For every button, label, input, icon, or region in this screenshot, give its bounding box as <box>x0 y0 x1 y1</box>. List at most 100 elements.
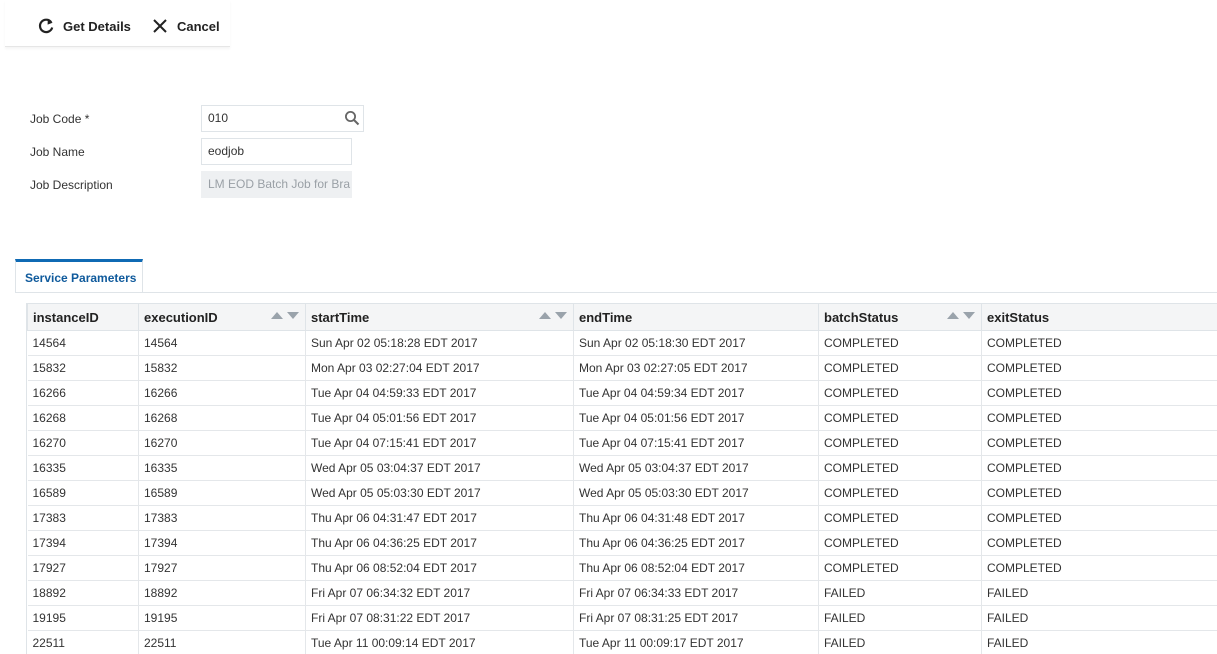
table-cell: Tue Apr 04 04:59:33 EDT 2017 <box>305 380 574 406</box>
job-code-field[interactable]: 010 <box>201 105 364 132</box>
table-cell: 16335 <box>138 455 306 481</box>
table-cell: 15832 <box>138 355 306 381</box>
table-cell: Fri Apr 07 06:34:32 EDT 2017 <box>305 580 574 606</box>
table-cell: Tue Apr 04 04:59:34 EDT 2017 <box>573 380 819 406</box>
table-cell: COMPLETED <box>818 430 982 456</box>
table-cell: FAILED <box>818 630 982 654</box>
column-header-label: executionID <box>144 309 218 325</box>
table-cell: 18892 <box>138 580 306 606</box>
column-header-label: startTime <box>311 309 370 325</box>
table-cell: COMPLETED <box>818 405 982 431</box>
table-row[interactable]: 17927 17927 Thu Apr 06 08:52:04 EDT 2017 Th… <box>27 555 1217 581</box>
table-cell: COMPLETED <box>981 430 1217 456</box>
table-cell: Thu Apr 06 04:36:25 EDT 2017 <box>573 530 819 556</box>
table-cell: COMPLETED <box>981 405 1217 431</box>
column-header-executionid[interactable]: executionID <box>138 303 306 331</box>
table-cell: Sun Apr 02 05:18:30 EDT 2017 <box>573 330 819 356</box>
job-name-value: eodjob <box>208 144 245 158</box>
column-header-exitstatus[interactable]: exitStatus <box>981 303 1217 331</box>
column-header-endtime[interactable]: endTime <box>573 303 819 331</box>
table-row[interactable]: 16270 16270 Tue Apr 04 07:15:41 EDT 2017 Tu… <box>27 430 1217 456</box>
table-cell: Wed Apr 05 05:03:30 EDT 2017 <box>305 480 574 506</box>
job-name-field[interactable]: eodjob <box>201 138 352 165</box>
table-cell: Wed Apr 05 03:04:37 EDT 2017 <box>573 455 819 481</box>
job-code-value: 010 <box>208 111 229 125</box>
sort-arrows-icon[interactable] <box>539 312 567 319</box>
column-header-label: endTime <box>579 309 633 325</box>
sort-descending-icon[interactable] <box>287 312 299 319</box>
table-cell: Fri Apr 07 08:31:22 EDT 2017 <box>305 605 574 631</box>
toolbar: Get Details Cancel <box>5 0 230 47</box>
table-cell: 17927 <box>138 555 306 581</box>
table-cell: 17394 <box>138 530 306 556</box>
table-cell: 19195 <box>138 605 306 631</box>
table-row[interactable]: 22511 22511 Tue Apr 11 00:09:14 EDT 2017 Tu… <box>27 630 1217 654</box>
table-cell: COMPLETED <box>981 380 1217 406</box>
table-row[interactable]: 16335 16335 Wed Apr 05 03:04:37 EDT 2017 We… <box>27 455 1217 481</box>
table-cell: 16270 <box>27 430 139 456</box>
table-cell: Mon Apr 03 02:27:05 EDT 2017 <box>573 355 819 381</box>
column-header-batchstatus[interactable]: batchStatus <box>818 303 982 331</box>
table-cell: COMPLETED <box>818 505 982 531</box>
column-header-starttime[interactable]: startTime <box>305 303 574 331</box>
table-cell: COMPLETED <box>981 480 1217 506</box>
column-header-label: batchStatus <box>824 309 899 325</box>
table-row[interactable]: 16268 16268 Tue Apr 04 05:01:56 EDT 2017 Tu… <box>27 405 1217 431</box>
sort-ascending-icon[interactable] <box>539 312 551 319</box>
table-row[interactable]: 17394 17394 Thu Apr 06 04:36:25 EDT 2017 Th… <box>27 530 1217 556</box>
job-description-field: LM EOD Batch Job for Bra <box>201 171 352 198</box>
table-cell: COMPLETED <box>818 355 982 381</box>
table-cell: 17383 <box>138 505 306 531</box>
job-code-label: Job Code * <box>30 112 90 126</box>
refresh-icon <box>38 18 54 34</box>
table-cell: COMPLETED <box>818 480 982 506</box>
sort-descending-icon[interactable] <box>963 312 975 319</box>
table-cell: 17383 <box>27 505 139 531</box>
sort-ascending-icon[interactable] <box>947 312 959 319</box>
table-cell: 16266 <box>27 380 139 406</box>
table-cell: 16268 <box>138 405 306 431</box>
table-cell: 18892 <box>27 580 139 606</box>
sort-descending-icon[interactable] <box>555 312 567 319</box>
table-cell: 14564 <box>138 330 306 356</box>
table-row[interactable]: 14564 14564 Sun Apr 02 05:18:28 EDT 2017 Su… <box>27 330 1217 356</box>
table-cell: COMPLETED <box>981 530 1217 556</box>
tab-service-parameters[interactable]: Service Parameters <box>15 259 143 292</box>
get-details-button[interactable]: Get Details <box>37 11 131 41</box>
cancel-button[interactable]: Cancel <box>151 11 220 41</box>
tab-bar: Service Parameters <box>15 259 1217 293</box>
table-cell: 16268 <box>27 405 139 431</box>
table-cell: FAILED <box>818 605 982 631</box>
search-icon[interactable] <box>344 110 360 126</box>
table-cell: 22511 <box>138 630 306 654</box>
get-details-label: Get Details <box>63 18 131 34</box>
table-cell: FAILED <box>981 605 1217 631</box>
table-cell: Tue Apr 11 00:09:17 EDT 2017 <box>573 630 819 654</box>
table-row[interactable]: 19195 19195 Fri Apr 07 08:31:22 EDT 2017 Fr… <box>27 605 1217 631</box>
table-row[interactable]: 18892 18892 Fri Apr 07 06:34:32 EDT 2017 Fr… <box>27 580 1217 606</box>
table-cell: 22511 <box>27 630 139 654</box>
table-cell: 16589 <box>27 480 139 506</box>
table-cell: Tue Apr 04 05:01:56 EDT 2017 <box>305 405 574 431</box>
table-cell: Thu Apr 06 08:52:04 EDT 2017 <box>305 555 574 581</box>
table-cell: COMPLETED <box>981 355 1217 381</box>
sort-arrows-icon[interactable] <box>271 312 299 319</box>
sort-ascending-icon[interactable] <box>271 312 283 319</box>
column-header-instanceid[interactable]: instanceID <box>27 303 139 331</box>
sort-arrows-icon[interactable] <box>947 312 975 319</box>
service-parameters-grid: instanceID executionID startTime endTime bat… <box>26 303 1217 654</box>
table-cell: Tue Apr 11 00:09:14 EDT 2017 <box>305 630 574 654</box>
table-row[interactable]: 15832 15832 Mon Apr 03 02:27:04 EDT 2017 Mo… <box>27 355 1217 381</box>
table-cell: 16266 <box>138 380 306 406</box>
table-cell: 17394 <box>27 530 139 556</box>
table-cell: Thu Apr 06 04:31:48 EDT 2017 <box>573 505 819 531</box>
table-cell: Wed Apr 05 05:03:30 EDT 2017 <box>573 480 819 506</box>
table-row[interactable]: 16589 16589 Wed Apr 05 05:03:30 EDT 2017 We… <box>27 480 1217 506</box>
table-row[interactable]: 16266 16266 Tue Apr 04 04:59:33 EDT 2017 Tu… <box>27 380 1217 406</box>
table-cell: 19195 <box>27 605 139 631</box>
data-table: instanceID executionID startTime endTime bat… <box>27 303 1217 654</box>
table-row[interactable]: 17383 17383 Thu Apr 06 04:31:47 EDT 2017 Th… <box>27 505 1217 531</box>
table-cell: 15832 <box>27 355 139 381</box>
table-cell: COMPLETED <box>981 505 1217 531</box>
table-cell: COMPLETED <box>818 330 982 356</box>
